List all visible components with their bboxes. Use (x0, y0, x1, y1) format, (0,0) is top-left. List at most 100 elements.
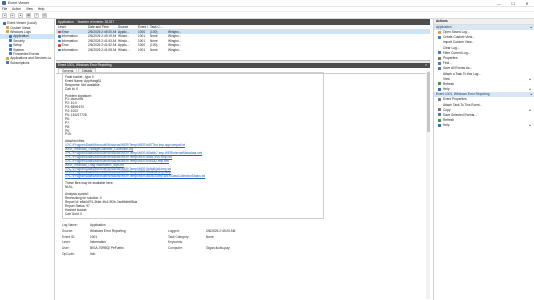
log-folder-icon (6, 26, 9, 30)
toolbar: ◂ ▸ ▴ ▦ ? ▥ (0, 12, 534, 19)
help-icon[interactable]: ? (34, 12, 39, 18)
action-icon (438, 118, 441, 122)
source-cell: Windo... (118, 47, 130, 52)
submenu-arrow-icon: ▸ (529, 107, 531, 112)
property-label (168, 252, 204, 256)
collapse-icon[interactable]: ▴ (530, 92, 532, 96)
event-viewer-app-icon (2, 1, 6, 5)
action-icon (438, 82, 441, 86)
information-icon (58, 39, 61, 43)
task-cell: (100) (150, 29, 158, 34)
action-label: Help (443, 123, 450, 128)
actions-section-title: Application (436, 25, 452, 29)
action-label: Save All Events As... (443, 66, 473, 71)
description-line: Cab Guid: 0 (65, 211, 83, 216)
detail-scrollbar[interactable] (426, 70, 430, 299)
minimize-button[interactable]: — (492, 0, 506, 7)
level-cell: Error (56, 30, 86, 34)
action-icon (438, 66, 441, 70)
action-item[interactable]: Help ▸ (434, 123, 534, 128)
action-label: Help (443, 87, 450, 92)
task-cell: None (150, 38, 158, 43)
show-hide-action-pane-icon[interactable]: ▥ (42, 12, 47, 18)
close-detail-icon[interactable]: × (425, 63, 427, 67)
forward-icon[interactable]: ▸ (10, 12, 15, 18)
task-cell: None (150, 47, 158, 52)
column-header[interactable]: Level (56, 25, 86, 29)
level-text: Information (61, 34, 78, 39)
action-icon (438, 103, 441, 106)
property-label: Source: (62, 228, 73, 233)
show-hide-tree-icon[interactable]: ▦ (26, 12, 31, 18)
tree-item[interactable]: Subscriptions (0, 61, 54, 65)
tree-item-label: Subscriptions (10, 60, 30, 65)
action-label: Properties (443, 56, 458, 61)
property-label: Logged: (168, 228, 180, 233)
scrollbar-thumb[interactable] (426, 72, 430, 132)
property-label: Task Category: (168, 234, 190, 239)
source-cell: Windo... (118, 38, 130, 43)
submenu-arrow-icon: ▸ (529, 123, 531, 128)
extra-cell: Wingho... (168, 34, 182, 39)
log-folder-icon (6, 61, 9, 65)
property-label: Log Name: (62, 223, 78, 227)
column-header[interactable]: Source (116, 25, 136, 29)
tree-item-label: Setup (13, 43, 22, 48)
collapse-icon[interactable]: ▴ (530, 25, 532, 29)
action-label: Refresh (443, 118, 455, 123)
property-label: User: (62, 246, 70, 251)
action-icon (438, 108, 441, 112)
submenu-arrow-icon: ▸ (529, 87, 531, 92)
menu-help[interactable]: Help (38, 7, 45, 11)
action-icon (438, 41, 441, 44)
id-cell: 1000 (138, 29, 146, 34)
window-controls: — ☐ ✕ (492, 0, 534, 7)
events-list: Error 2/6/2026 2:49:20 AM Applic... 1000 (10… (56, 29, 430, 61)
back-icon[interactable]: ◂ (2, 12, 7, 18)
log-folder-icon (9, 34, 12, 38)
window-title: Event Viewer (8, 1, 30, 5)
level-cell: Error (56, 43, 86, 47)
column-header[interactable]: Event ID (136, 25, 148, 29)
error-icon (58, 44, 61, 47)
task-cell: None (150, 34, 158, 39)
level-cell: Information (56, 34, 86, 38)
action-icon (438, 123, 441, 127)
level-cell: Information (56, 39, 86, 43)
column-header[interactable]: Date and Time (86, 25, 116, 29)
tree-item-label: System (13, 47, 24, 52)
maximize-button[interactable]: ☐ (506, 0, 520, 7)
property-value: Gigan-fucbu-pay (206, 246, 230, 251)
tree-item-label: Windows Logs (10, 29, 31, 34)
up-folder-icon[interactable]: ▴ (18, 12, 23, 18)
actions-pane: Actions Application ▴ Open Saved Log... Cre… (433, 19, 534, 300)
column-header[interactable]: Task C... (148, 25, 166, 29)
property-value: Windows Error Reporting (90, 228, 126, 233)
level-text: Error (61, 43, 69, 48)
action-icon (438, 113, 441, 117)
menu-action[interactable]: Action (12, 7, 21, 11)
menu-view[interactable]: View (26, 7, 33, 11)
menu-file[interactable]: File (2, 7, 7, 11)
action-label: Import Custom View... (443, 40, 475, 45)
action-label: Copy (443, 107, 451, 112)
event-properties: Log Name: Application Source: Windows Error… (62, 223, 324, 256)
action-label: View (443, 76, 450, 81)
title-bar: Event Viewer — ☐ ✕ (0, 0, 534, 7)
property-value (206, 240, 306, 244)
extra-cell: Wingho... (168, 47, 182, 52)
extra-cell: Wingho... (168, 29, 182, 34)
property-value: BIGA-70RBQ\ PeFuebs (90, 246, 124, 251)
date-cell: 2/6/2026 2:41:08 AM (88, 47, 116, 52)
property-value: None (206, 234, 214, 239)
action-icon (438, 30, 441, 34)
action-label: Find... (443, 61, 452, 66)
close-button[interactable]: ✕ (520, 0, 534, 7)
tree-item-label: Custom Views (10, 25, 31, 30)
information-icon (58, 35, 61, 38)
property-value (206, 223, 306, 227)
action-label: Event Properties (443, 97, 467, 102)
table-row[interactable]: Information 2/6/2026 2:41:08 AM Windo... 10… (56, 48, 430, 53)
source-cell: Applic... (118, 29, 130, 34)
center-pane: Application Number of events: 18,517 Lev… (56, 19, 430, 300)
